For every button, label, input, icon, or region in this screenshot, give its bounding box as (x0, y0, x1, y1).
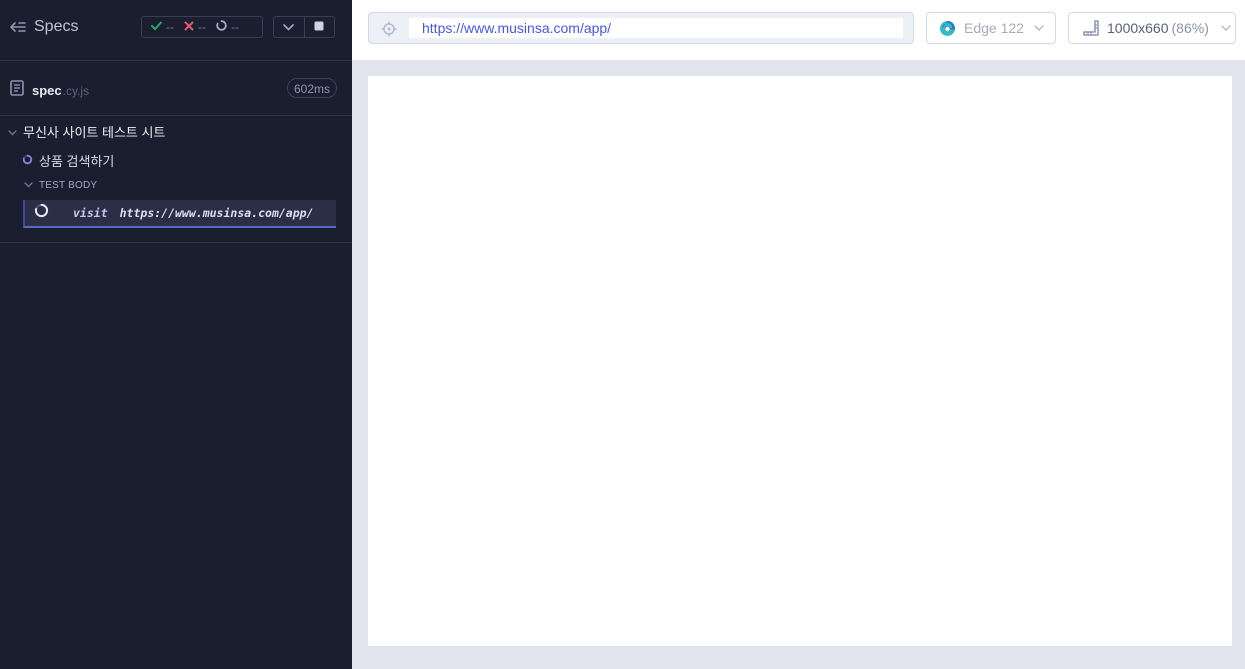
command-name: visit (73, 206, 108, 220)
command-message: https://www.musinsa.com/app/ (119, 206, 314, 220)
viewport-size: 1000x660 (1107, 20, 1169, 36)
document-icon (10, 80, 24, 101)
chevron-down-icon (24, 180, 33, 191)
command-row-visit[interactable]: visit https://www.musinsa.com/app/ (23, 200, 336, 228)
spec-name: spec (32, 82, 62, 98)
test-body-label: TEST BODY (39, 180, 98, 191)
crosshair-icon[interactable] (381, 21, 397, 42)
url-input[interactable] (409, 18, 903, 38)
spec-extension: .cy.js (62, 83, 90, 98)
chevron-down-icon (1034, 25, 1044, 31)
viewport-ruler-icon (1083, 20, 1099, 36)
edge-browser-icon (939, 20, 956, 37)
specs-title: Specs (34, 18, 79, 35)
suite-block: 무신사 사이트 테스트 시트 상품 검색하기 TEST BODY visit h… (0, 116, 352, 243)
x-icon (184, 20, 194, 34)
pending-stat: -- (216, 20, 239, 34)
spec-duration-badge: 602ms (287, 78, 338, 98)
browser-label: Edge 122 (964, 20, 1024, 36)
reporter-panel: Specs -- -- -- spec.cy.js 602ms 무신사 사이트 … (0, 0, 352, 669)
passed-stat: -- (151, 20, 174, 34)
test-title-row[interactable]: 상품 검색하기 (22, 151, 114, 170)
suite-title-row[interactable]: 무신사 사이트 테스트 시트 (8, 122, 165, 141)
url-bar (368, 12, 914, 44)
specs-back-link[interactable]: Specs (10, 18, 78, 36)
stop-button[interactable] (303, 17, 335, 37)
failed-stat: -- (184, 20, 206, 34)
chevron-down-icon (283, 18, 295, 36)
viewport-zoom: (86%) (1171, 20, 1209, 36)
viewport-selector[interactable]: 1000x660 (86%) (1068, 12, 1236, 44)
auto-scroll-toggle[interactable] (274, 17, 304, 37)
test-body-row[interactable]: TEST BODY (24, 180, 97, 191)
spec-file[interactable]: spec.cy.js (10, 80, 89, 101)
spinner-icon (34, 203, 49, 223)
run-controls (273, 16, 335, 38)
passed-count: -- (166, 20, 174, 34)
aut-iframe[interactable] (368, 76, 1232, 646)
spec-file-row: spec.cy.js 602ms (0, 61, 352, 116)
aut-header: Edge 122 1000x660 (86%) (352, 0, 1245, 60)
suite-title: 무신사 사이트 테스트 시트 (23, 125, 166, 140)
back-arrow-icon (10, 20, 26, 34)
test-title: 상품 검색하기 (39, 154, 115, 169)
chevron-down-icon (1221, 25, 1231, 31)
stats-summary: -- -- -- (141, 16, 263, 38)
spinner-icon (216, 20, 227, 34)
browser-selector[interactable]: Edge 122 (926, 12, 1056, 44)
chevron-down-icon (8, 124, 17, 139)
failed-count: -- (198, 20, 206, 34)
spinner-icon (22, 153, 33, 168)
check-icon (151, 20, 162, 34)
stop-icon (314, 18, 324, 36)
pending-count: -- (231, 20, 239, 34)
reporter-header: Specs -- -- -- (0, 0, 352, 61)
